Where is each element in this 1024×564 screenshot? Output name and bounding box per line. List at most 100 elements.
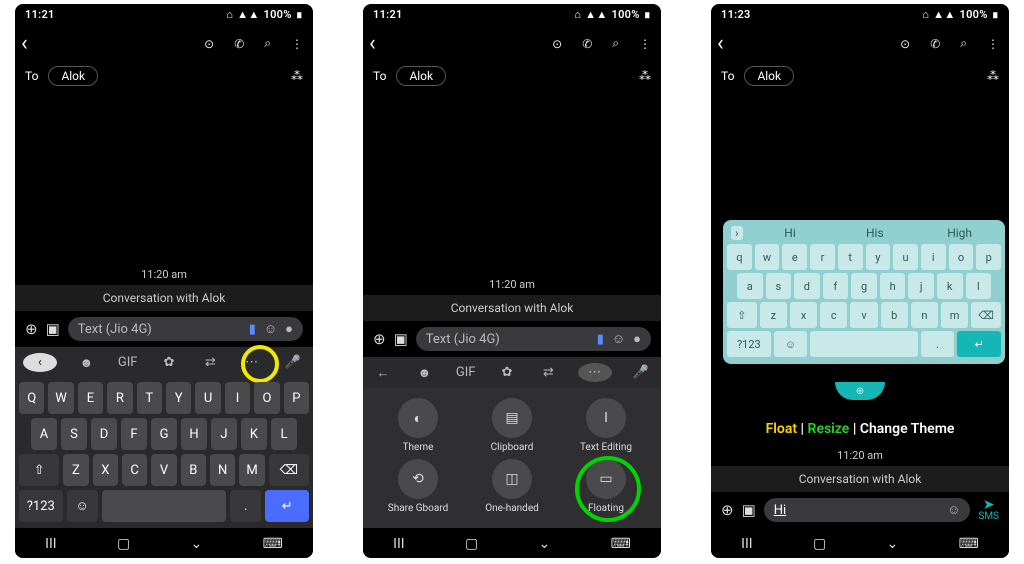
kb-option-text-editing[interactable]: IText Editing	[559, 398, 653, 453]
group-icon[interactable]: ⁂	[639, 69, 651, 83]
more-icon[interactable]: ⋮	[291, 37, 303, 51]
key-k[interactable]: k	[937, 273, 963, 299]
key-c[interactable]: c	[820, 302, 847, 328]
recents-button[interactable]: III	[393, 536, 404, 552]
key-h[interactable]: h	[880, 273, 906, 299]
key-o[interactable]: O	[254, 382, 279, 414]
emoji-icon[interactable]: ☺	[947, 502, 960, 518]
backspace-key[interactable]: ⌫	[269, 454, 309, 486]
key-h[interactable]: H	[181, 418, 207, 450]
key-u[interactable]: u	[893, 244, 918, 270]
drag-handle[interactable]: ⊕	[835, 382, 885, 400]
back-kb-icon[interactable]: ‹	[23, 353, 57, 372]
gif-icon[interactable]: GIF	[116, 355, 140, 370]
search-icon[interactable]: ⌕	[960, 36, 967, 51]
add-icon[interactable]: ⊕	[373, 330, 386, 348]
translate-icon[interactable]: ⇄	[198, 355, 222, 370]
gif-icon[interactable]: GIF	[454, 365, 478, 380]
key-v[interactable]: V	[151, 454, 176, 486]
key-f[interactable]: f	[823, 273, 849, 299]
key-m[interactable]: M	[239, 454, 264, 486]
kb-option-clipboard[interactable]: ▤Clipboard	[465, 398, 559, 453]
key-a[interactable]: A	[31, 418, 57, 450]
emoji-icon[interactable]: ☺	[264, 321, 277, 337]
numkey[interactable]: ?123	[19, 490, 63, 522]
key-b[interactable]: B	[181, 454, 206, 486]
video-call-icon[interactable]: ⊙	[204, 37, 214, 51]
sticker-icon[interactable]: ☻	[412, 365, 436, 381]
space-key[interactable]	[102, 490, 227, 522]
back-button[interactable]: ‹	[717, 31, 724, 56]
kb-switch-icon[interactable]: ⌨	[263, 536, 283, 552]
key-y[interactable]: Y	[166, 382, 191, 414]
search-icon[interactable]: ⌕	[612, 36, 619, 51]
more-icon[interactable]: ⋮	[639, 37, 651, 51]
mic-icon[interactable]: ●	[285, 321, 293, 337]
contact-chip[interactable]: Alok	[48, 66, 98, 86]
add-icon[interactable]: ⊕	[721, 501, 734, 519]
suggestion[interactable]: His	[837, 226, 912, 240]
back-nav-button[interactable]: ⌄	[191, 536, 203, 552]
key-e[interactable]: e	[782, 244, 807, 270]
settings-icon[interactable]: ✿	[157, 355, 181, 370]
key-f[interactable]: F	[121, 418, 147, 450]
emoji-key[interactable]: ☺	[67, 490, 98, 522]
overflow-icon[interactable]: ⋯	[240, 355, 264, 370]
expand-icon[interactable]: ›	[731, 226, 743, 240]
contact-chip[interactable]: Alok	[744, 66, 794, 86]
key-g[interactable]: G	[151, 418, 177, 450]
send-button[interactable]: ➤ SMS	[978, 498, 999, 522]
emoji-key[interactable]: ☺	[774, 331, 808, 357]
key-y[interactable]: y	[866, 244, 891, 270]
back-button[interactable]: ‹	[21, 31, 28, 56]
recents-button[interactable]: III	[741, 536, 752, 552]
kb-option-share-gboard[interactable]: ⟲Share Gboard	[371, 459, 465, 514]
home-button[interactable]: ▢	[117, 536, 130, 552]
key-n[interactable]: N	[210, 454, 235, 486]
numkey[interactable]: ?123	[727, 331, 771, 357]
key-w[interactable]: w	[755, 244, 780, 270]
key-k[interactable]: K	[241, 418, 267, 450]
more-icon[interactable]: ⋮	[987, 37, 999, 51]
home-button[interactable]: ▢	[813, 536, 826, 552]
key-s[interactable]: s	[766, 273, 792, 299]
space-key[interactable]	[810, 331, 917, 357]
backspace-key[interactable]: ⌫	[971, 302, 1001, 328]
back-button[interactable]: ‹	[369, 31, 376, 56]
key-z[interactable]: z	[760, 302, 787, 328]
key-d[interactable]: d	[794, 273, 820, 299]
key-w[interactable]: W	[48, 382, 73, 414]
key-p[interactable]: p	[976, 244, 1001, 270]
key-x[interactable]: x	[790, 302, 817, 328]
keyboard[interactable]: QWERTYUIOP ASDFGHJKL ⇧ ZXCVBNM ⌫ ?123 ☺ …	[15, 378, 313, 528]
suggestion[interactable]: High	[922, 226, 997, 240]
gallery-icon[interactable]: ▣	[46, 320, 60, 338]
text-input[interactable]: Hi ☺	[764, 498, 971, 522]
back-nav-button[interactable]: ⌄	[887, 536, 899, 552]
key-q[interactable]: q	[727, 244, 752, 270]
key-c[interactable]: C	[122, 454, 147, 486]
search-icon[interactable]: ⌕	[264, 36, 271, 51]
key-x[interactable]: X	[93, 454, 118, 486]
key-m[interactable]: m	[941, 302, 968, 328]
shift-key[interactable]: ⇧	[19, 454, 59, 486]
key-z[interactable]: Z	[63, 454, 88, 486]
overflow-icon[interactable]: ⋯	[578, 363, 612, 382]
translate-icon[interactable]: ⇄	[536, 365, 560, 380]
enter-key[interactable]: ↵	[957, 331, 1001, 357]
kb-option-floating[interactable]: ▭Floating	[559, 459, 653, 514]
mic-kb-icon[interactable]: 🎤	[629, 365, 653, 380]
group-icon[interactable]: ⁂	[987, 69, 999, 83]
key-n[interactable]: n	[911, 302, 938, 328]
kb-option-one-handed[interactable]: ◫One-handed	[465, 459, 559, 514]
video-call-icon[interactable]: ⊙	[552, 37, 562, 51]
key-j[interactable]: j	[908, 273, 934, 299]
key-b[interactable]: b	[881, 302, 908, 328]
gallery-icon[interactable]: ▣	[742, 501, 756, 519]
add-icon[interactable]: ⊕	[25, 320, 38, 338]
phone-icon[interactable]: ✆	[930, 37, 940, 51]
key-t[interactable]: t	[838, 244, 863, 270]
sticker-icon[interactable]: ☻	[74, 355, 98, 371]
key-q[interactable]: Q	[19, 382, 44, 414]
group-icon[interactable]: ⁂	[291, 69, 303, 83]
